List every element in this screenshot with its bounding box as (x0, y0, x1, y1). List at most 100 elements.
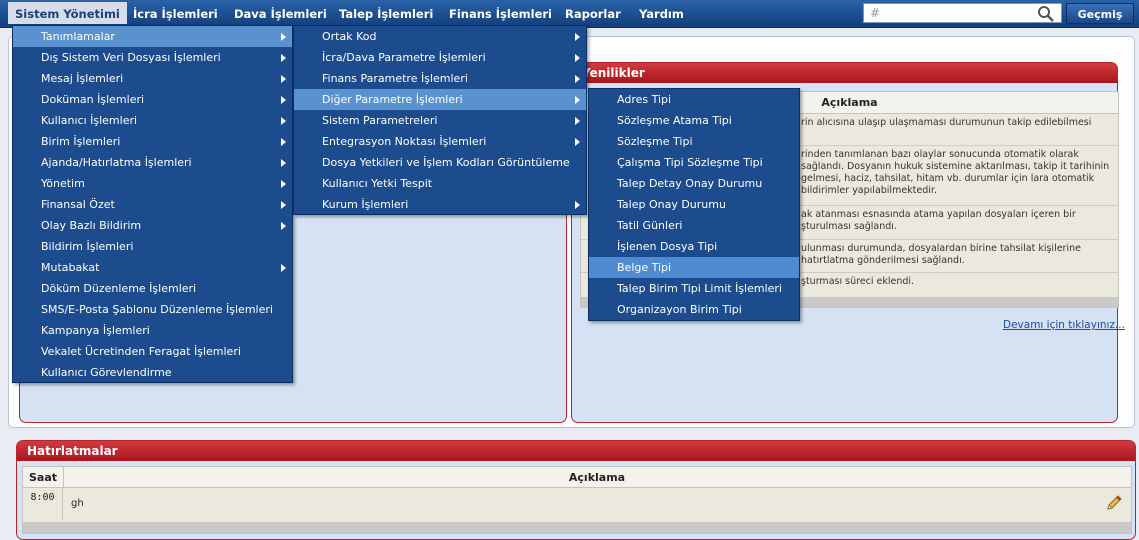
menu-yardim[interactable]: Yardım (639, 0, 684, 27)
menu-item-label: Ajanda/Hatırlatma İşlemleri (41, 156, 192, 169)
menu-item-label: Diğer Parametre İşlemleri (322, 93, 463, 106)
menu1-item-birim[interactable]: Birim İşlemleri (13, 131, 292, 152)
menu-item-label: Dosya Yetkileri ve İşlem Kodları Görüntü… (322, 156, 570, 169)
menu-item-label: Finans Parametre İşlemleri (322, 72, 468, 85)
col-time-header: Saat (23, 467, 64, 487)
menu-item-label: Kullanıcı İşlemleri (41, 114, 138, 127)
menu-sistem-yonetimi[interactable]: Sistem Yönetimi (8, 2, 127, 24)
search-icon[interactable] (1037, 5, 1055, 22)
menu1-item-mutabakat[interactable]: Mutabakat (13, 257, 292, 278)
menu2-item-diger-param[interactable]: Diğer Parametre İşlemleri (294, 89, 586, 110)
chevron-right-icon (281, 222, 286, 230)
history-button[interactable]: Geçmiş (1066, 3, 1134, 24)
chevron-right-icon (281, 54, 286, 62)
menu3-item-calisma-tipi[interactable]: Çalışma Tipi Sözleşme Tipi (589, 152, 799, 173)
menu-item-label: Ortak Kod (322, 30, 377, 43)
menu2-item-yetki-tespit[interactable]: Kullanıcı Yetki Tespit (294, 173, 586, 194)
menu3-item-sozlesme-tipi[interactable]: Sözleşme Tipi (589, 131, 799, 152)
chevron-right-icon (281, 138, 286, 146)
menu-item-label: Birim İşlemleri (41, 135, 121, 148)
menu-item-label: Dış Sistem Veri Dosyası İşlemleri (41, 51, 221, 64)
menu-talep-islemleri[interactable]: Talep İşlemleri (339, 0, 433, 27)
chevron-right-icon (281, 264, 286, 272)
menu-item-label: Entegrasyon Noktası İşlemleri (322, 135, 487, 148)
menu-sistem-yonetimi-dropdown: Tanımlamalar Dış Sistem Veri Dosyası İşl… (12, 25, 293, 383)
chevron-right-icon (575, 54, 580, 62)
menu-item-label: Mutabakat (41, 261, 100, 274)
reminder-time: 8:00 (23, 488, 63, 520)
menu3-item-org-birim[interactable]: Organizayon Birim Tipi (589, 299, 799, 320)
menu1-item-mesaj[interactable]: Mesaj İşlemleri (13, 68, 292, 89)
menu-item-label: Olay Bazlı Bildirim (41, 219, 142, 232)
menu-item-label: SMS/E-Posta Şablonu Düzenleme İşlemleri (41, 303, 273, 316)
menu-raporlar[interactable]: Raporlar (565, 0, 621, 27)
menu2-item-dosya-yetkileri[interactable]: Dosya Yetkileri ve İşlem Kodları Görüntü… (294, 152, 586, 173)
menu-item-label: İcra/Dava Parametre İşlemleri (322, 51, 486, 64)
chevron-right-icon (575, 75, 580, 83)
menu3-item-birim-limit[interactable]: Talep Birim Tipi Limit İşlemleri (589, 278, 799, 299)
pencil-icon[interactable] (1105, 494, 1123, 512)
search-input[interactable] (882, 5, 1036, 23)
col-desc-header: Açıklama (568, 471, 626, 484)
menu2-item-entegrasyon[interactable]: Entegrasyon Noktası İşlemleri (294, 131, 586, 152)
menu1-item-yonetim[interactable]: Yönetim (13, 173, 292, 194)
menu-item-label: Yönetim (41, 177, 85, 190)
chevron-right-icon (575, 96, 580, 104)
menu-item-label: Tanımlamalar (41, 30, 115, 43)
news-panel-title: Yenilikler (572, 63, 1117, 83)
menu1-item-finansal-ozet[interactable]: Finansal Özet (13, 194, 292, 215)
menu-dava-islemleri[interactable]: Dava İşlemleri (234, 0, 327, 27)
reminders-table: Saat Açıklama 8:00 gh (22, 466, 1132, 534)
menu1-item-vekalet[interactable]: Vekalet Ücretinden Feragat İşlemleri (13, 341, 292, 362)
menu1-item-dokum[interactable]: Döküm Düzenleme İşlemleri (13, 278, 292, 299)
menu-item-label: Döküm Düzenleme İşlemleri (41, 282, 197, 295)
menu1-item-dokuman[interactable]: Doküman İşlemleri (13, 89, 292, 110)
menu1-item-bildirim[interactable]: Bildirim İşlemleri (13, 236, 292, 257)
menu1-item-gorevlendirme[interactable]: Kullanıcı Görevlendirme (13, 362, 292, 383)
menu1-item-olay-bazli[interactable]: Olay Bazlı Bildirim (13, 215, 292, 236)
menu-item-label: Kurum İşlemleri (322, 198, 409, 211)
menu3-item-tatil[interactable]: Tatil Günleri (589, 215, 799, 236)
chevron-right-icon (575, 138, 580, 146)
menu-icra-islemleri[interactable]: İcra İşlemleri (133, 0, 218, 27)
table-row[interactable]: 8:00 gh (23, 488, 1131, 520)
menu-item-label: Doküman İşlemleri (41, 93, 145, 106)
chevron-right-icon (281, 159, 286, 167)
chevron-right-icon (575, 201, 580, 209)
reminders-scrollbar[interactable] (23, 522, 1131, 533)
menu2-item-kurum[interactable]: Kurum İşlemleri (294, 194, 586, 215)
menu1-item-ajanda[interactable]: Ajanda/Hatırlatma İşlemleri (13, 152, 292, 173)
menu3-item-sozlesme-atama[interactable]: Sözleşme Atama Tipi (589, 110, 799, 131)
menu-item-label: Bildirim İşlemleri (41, 240, 134, 253)
chevron-right-icon (281, 180, 286, 188)
menu1-item-kampanya[interactable]: Kampanya İşlemleri (13, 320, 292, 341)
menu2-item-ortak-kod[interactable]: Ortak Kod (294, 26, 586, 47)
menu-item-label: Mesaj İşlemleri (41, 72, 124, 85)
chevron-right-icon (281, 96, 286, 104)
menu3-item-belge-tipi[interactable]: Belge Tipi (589, 257, 799, 278)
reminders-panel: Hatırlatmalar Saat Açıklama 8:00 gh (16, 440, 1136, 540)
menu1-item-dis-sistem[interactable]: Dış Sistem Veri Dosyası İşlemleri (13, 47, 292, 68)
chevron-right-icon (575, 117, 580, 125)
menu3-item-talep-onay[interactable]: Talep Onay Durumu (589, 194, 799, 215)
menu2-item-finans-param[interactable]: Finans Parametre İşlemleri (294, 68, 586, 89)
menu1-item-kullanici[interactable]: Kullanıcı İşlemleri (13, 110, 292, 131)
top-menu-bar: Sistem Yönetimi İcra İşlemleri Dava İşle… (0, 0, 1139, 28)
menu1-item-tanimlamalar[interactable]: Tanımlamalar (13, 26, 292, 47)
more-link[interactable]: Devamı için tıklayınız... (1003, 319, 1125, 331)
chevron-right-icon (575, 33, 580, 41)
menu-finans-islemleri[interactable]: Finans İşlemleri (449, 0, 552, 27)
menu3-item-talep-detay[interactable]: Talep Detay Onay Durumu (589, 173, 799, 194)
menu-diger-param-dropdown: Adres Tipi Sözleşme Atama Tipi Sözleşme … (588, 88, 800, 321)
menu2-item-sistem-param[interactable]: Sistem Parametreleri (294, 110, 586, 131)
menu-item-label: Kullanıcı Yetki Tespit (322, 177, 433, 190)
menu-item-label: Kullanıcı Görevlendirme (41, 366, 172, 379)
menu3-item-adres-tipi[interactable]: Adres Tipi (589, 89, 799, 110)
menu3-item-islenen-dosya[interactable]: İşlenen Dosya Tipi (589, 236, 799, 257)
chevron-right-icon (281, 117, 286, 125)
chevron-right-icon (281, 75, 286, 83)
menu1-item-sms-eposta[interactable]: SMS/E-Posta Şablonu Düzenleme İşlemleri (13, 299, 292, 320)
reminder-desc: gh (71, 498, 84, 509)
reminders-title: Hatırlatmalar (17, 441, 1135, 461)
menu2-item-icra-dava-param[interactable]: İcra/Dava Parametre İşlemleri (294, 47, 586, 68)
